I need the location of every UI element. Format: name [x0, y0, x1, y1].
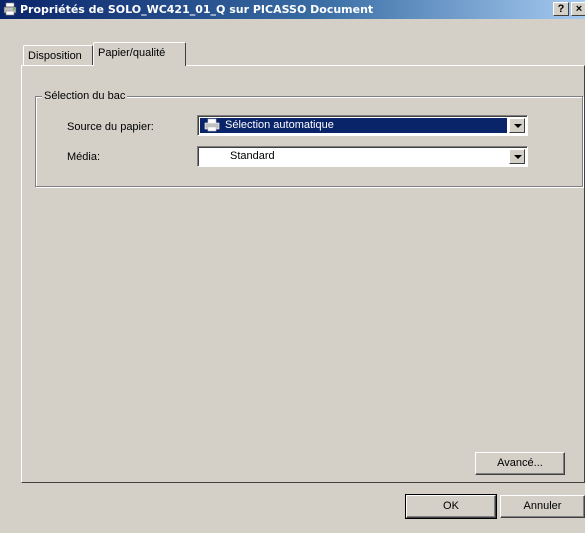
- close-button[interactable]: ×: [571, 2, 585, 16]
- tab-disposition[interactable]: Disposition: [23, 45, 93, 65]
- ok-button[interactable]: OK: [405, 494, 497, 519]
- paper-tray-groupbox: [35, 96, 583, 187]
- media-value: Standard: [230, 150, 275, 162]
- advanced-button[interactable]: Avancé...: [475, 452, 565, 475]
- printer-properties-window: Propriétés de SOLO_WC421_01_Q sur PICASS…: [0, 0, 585, 533]
- cancel-button[interactable]: Annuler: [500, 495, 585, 518]
- tab-papier-qualite[interactable]: Papier/qualité: [93, 42, 186, 66]
- chevron-down-icon[interactable]: [509, 149, 525, 164]
- chevron-down-icon[interactable]: [509, 118, 525, 133]
- media-select[interactable]: Standard: [197, 146, 528, 167]
- paper-source-text: Sélection automatique: [225, 119, 334, 131]
- title-bar[interactable]: Propriétés de SOLO_WC421_01_Q sur PICASS…: [0, 0, 585, 19]
- help-button[interactable]: ?: [553, 2, 569, 16]
- window-title: Propriétés de SOLO_WC421_01_Q sur PICASS…: [20, 3, 374, 16]
- printer-icon: [3, 2, 17, 16]
- paper-source-select[interactable]: Sélection automatique: [197, 115, 528, 136]
- paper-source-value: Sélection automatique: [200, 118, 507, 133]
- paper-source-label: Source du papier:: [67, 121, 154, 133]
- media-label: Média:: [67, 151, 101, 163]
- groupbox-legend: Sélection du bac: [42, 89, 128, 103]
- printer-icon: [204, 118, 220, 132]
